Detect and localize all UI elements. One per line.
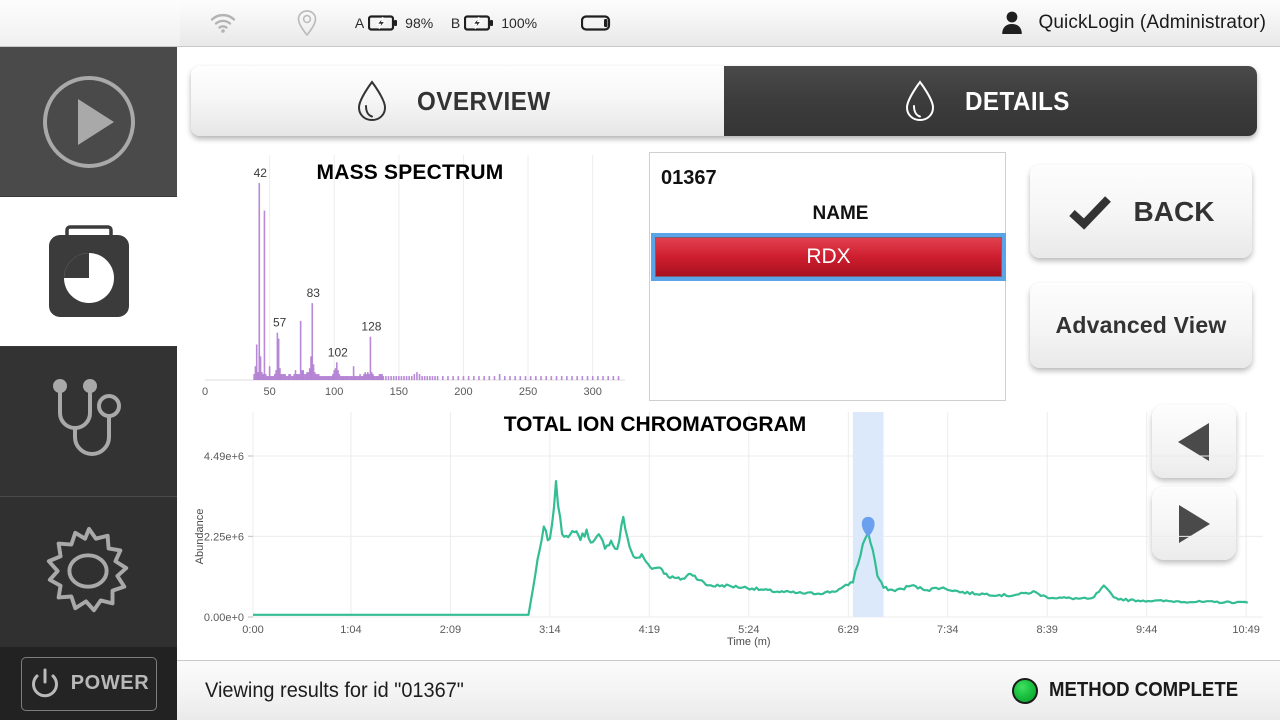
application-window: A 98% B 100% QuickLogin (Administrator) … (0, 0, 1280, 720)
stethoscope-icon (52, 378, 121, 456)
tab-details-label: DETAILS (965, 85, 1070, 116)
droplet-icon (357, 80, 386, 122)
power-icon (31, 668, 58, 697)
battery-charging-icon (368, 15, 398, 31)
svg-text:1:04: 1:04 (340, 624, 361, 636)
power-button-label: POWER (70, 672, 150, 694)
status-bar: Viewing results for id "01367" METHOD CO… (177, 660, 1280, 720)
sidebar: POWER (0, 47, 177, 720)
svg-text:Time (m): Time (m) (727, 636, 771, 648)
svg-text:0: 0 (202, 386, 208, 398)
svg-text:128: 128 (361, 320, 381, 334)
status-led-icon (1011, 677, 1038, 704)
check-icon (1068, 195, 1111, 230)
svg-text:57: 57 (273, 316, 287, 330)
battery-a-percent: 98% (405, 15, 434, 31)
results-column-header: NAME (812, 203, 869, 224)
view-tabs: OVERVIEW DETAILS (191, 66, 1257, 136)
advanced-view-button[interactable]: Advanced View (1030, 283, 1252, 368)
svg-text:83: 83 (307, 286, 321, 300)
table-row[interactable]: RDX (651, 233, 1006, 281)
battery-a-indicator[interactable]: A 98% (348, 0, 440, 46)
mass-spectrum-chart[interactable]: MASS SPECTRUM 050100150200250300M/z42578… (191, 155, 629, 398)
method-status-label: METHOD COMPLETE (1048, 679, 1238, 701)
svg-text:8:39: 8:39 (1037, 624, 1058, 636)
svg-text:150: 150 (390, 386, 408, 398)
status-message: Viewing results for id "01367" (205, 678, 464, 702)
battery-charging-icon (464, 15, 494, 31)
results-id: 01367 (661, 167, 717, 189)
wifi-icon[interactable] (180, 0, 266, 46)
method-status: METHOD COMPLETE (1011, 677, 1252, 704)
advanced-view-label: Advanced View (1055, 312, 1227, 338)
tic-title: TOTAL ION CHROMATOGRAM (503, 413, 807, 436)
sidebar-item-settings[interactable] (0, 497, 177, 647)
back-button[interactable]: BACK (1030, 165, 1252, 258)
user-label: QuickLogin (Administrator) (1038, 12, 1266, 33)
table-row-inner: RDX (655, 237, 1002, 277)
svg-text:4:19: 4:19 (639, 624, 660, 636)
top-status-bar: A 98% B 100% QuickLogin (Administrator) (0, 0, 1280, 47)
location-pin-icon[interactable] (266, 0, 348, 46)
svg-text:300: 300 (584, 386, 602, 398)
svg-text:Abundance: Abundance (194, 509, 206, 565)
sidebar-item-diagnostics[interactable] (0, 347, 177, 497)
svg-text:6:29: 6:29 (838, 624, 859, 636)
svg-text:200: 200 (454, 386, 472, 398)
battery-icon[interactable] (556, 0, 640, 46)
back-button-label: BACK (1133, 195, 1215, 227)
user-area[interactable]: QuickLogin (Administrator) (1000, 10, 1280, 36)
tab-overview[interactable]: OVERVIEW (191, 66, 724, 136)
svg-text:2.25e+6: 2.25e+6 (204, 531, 244, 543)
power-area: POWER (0, 647, 177, 720)
svg-text:2:09: 2:09 (440, 624, 461, 636)
svg-text:7:34: 7:34 (937, 624, 958, 636)
svg-text:10:49: 10:49 (1232, 624, 1260, 636)
gear-icon (46, 526, 128, 613)
clipboard-pie-chart-icon (48, 224, 129, 317)
battery-b-percent: 100% (501, 15, 538, 31)
results-panel: 01367 NAME RDX (649, 152, 1006, 401)
result-name: RDX (806, 245, 851, 268)
power-button[interactable]: POWER (20, 656, 157, 711)
svg-text:50: 50 (263, 386, 275, 398)
play-circle-icon (42, 75, 135, 168)
sidebar-item-results[interactable] (0, 197, 177, 347)
battery-b-letter: B (450, 15, 461, 31)
svg-text:100: 100 (325, 386, 343, 398)
tab-overview-label: OVERVIEW (416, 85, 551, 116)
tic-plot: 0.00e+0 2.25e+6 4.49e+6 Abundance 0:00 1:04 2:… (194, 412, 1263, 648)
tab-details[interactable]: DETAILS (724, 66, 1257, 136)
mass-spectrum-title: MASS SPECTRUM (316, 161, 504, 184)
svg-text:3:14: 3:14 (539, 624, 560, 636)
topbar-left-filler (0, 0, 180, 46)
main-content: OVERVIEW DETAILS MASS SPECTRUM 0 50 100 150… (177, 47, 1280, 720)
mass-spectrum-plot: 050100150200250300M/z425783102128 (202, 155, 625, 398)
user-icon (1002, 11, 1023, 34)
svg-text:102: 102 (328, 345, 348, 359)
svg-text:250: 250 (519, 386, 537, 398)
battery-b-indicator[interactable]: B 100% (446, 0, 542, 46)
svg-text:4.49e+6: 4.49e+6 (204, 451, 244, 463)
sidebar-item-run-play[interactable] (0, 47, 177, 197)
svg-text:9:44: 9:44 (1136, 624, 1157, 636)
svg-text:5:24: 5:24 (738, 624, 759, 636)
svg-text:0.00e+0: 0.00e+0 (204, 612, 244, 624)
total-ion-chromatogram-chart[interactable]: TOTAL ION CHROMATOGRAM 0.00e+0 2.25e+6 4.4… (185, 402, 1275, 652)
topbar-indicators: A 98% B 100% (180, 0, 1000, 46)
battery-a-letter: A (354, 15, 365, 31)
droplet-icon (906, 80, 935, 122)
svg-text:0:00: 0:00 (242, 624, 263, 636)
